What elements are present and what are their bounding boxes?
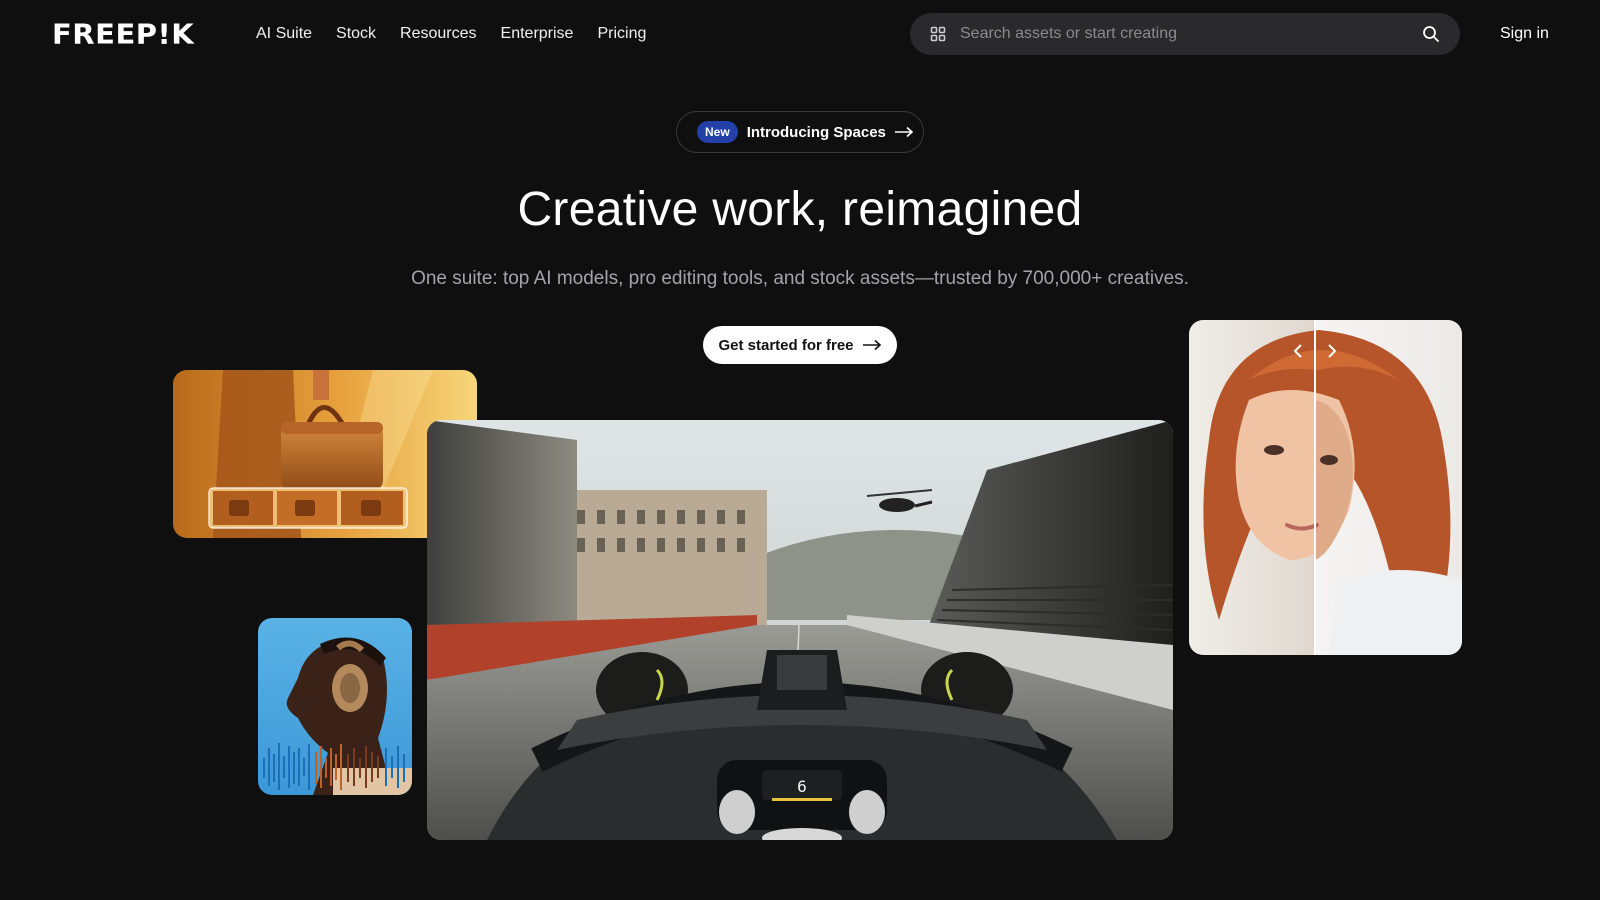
nav-item-resources[interactable]: Resources: [400, 24, 476, 44]
sign-in-link[interactable]: Sign in: [1500, 24, 1549, 44]
hero-subtitle: One suite: top AI models, pro editing to…: [411, 268, 1189, 289]
nav-item-enterprise[interactable]: Enterprise: [501, 24, 574, 44]
speed-digit: 6: [797, 777, 807, 796]
announcement-pill[interactable]: New Introducing Spaces: [676, 111, 924, 153]
race-car-video-card[interactable]: 6: [427, 420, 1173, 840]
grid-icon[interactable]: [930, 26, 946, 42]
search-icon[interactable]: [1422, 25, 1440, 43]
announcement-text: Introducing Spaces: [746, 123, 886, 141]
main-nav: AI Suite Stock Resources Enterprise Pric…: [256, 24, 670, 44]
search-bar[interactable]: [910, 13, 1460, 55]
nav-item-stock[interactable]: Stock: [336, 24, 376, 44]
new-badge: New: [697, 121, 738, 143]
headphones-portrait-icon: [258, 618, 412, 795]
race-car-cockpit-video-icon: 6: [427, 420, 1173, 840]
get-started-label: Get started for free: [718, 336, 854, 354]
arrow-right-icon: [894, 126, 914, 138]
get-started-button[interactable]: Get started for free: [703, 326, 897, 364]
site-header: FREEP!K AI Suite Stock Resources Enterpr…: [0, 0, 1600, 68]
hero-title: Creative work, reimagined: [517, 183, 1083, 236]
before-after-portrait-card[interactable]: [1189, 320, 1462, 655]
before-after-portrait-icon: [1189, 320, 1462, 655]
nav-item-pricing[interactable]: Pricing: [597, 24, 646, 44]
arrow-right-icon: [862, 339, 881, 351]
music-portrait-card[interactable]: [258, 618, 412, 795]
freepik-logo[interactable]: FREEP!K: [52, 20, 194, 48]
search-input[interactable]: [960, 25, 1422, 43]
nav-item-ai-suite[interactable]: AI Suite: [256, 24, 312, 44]
